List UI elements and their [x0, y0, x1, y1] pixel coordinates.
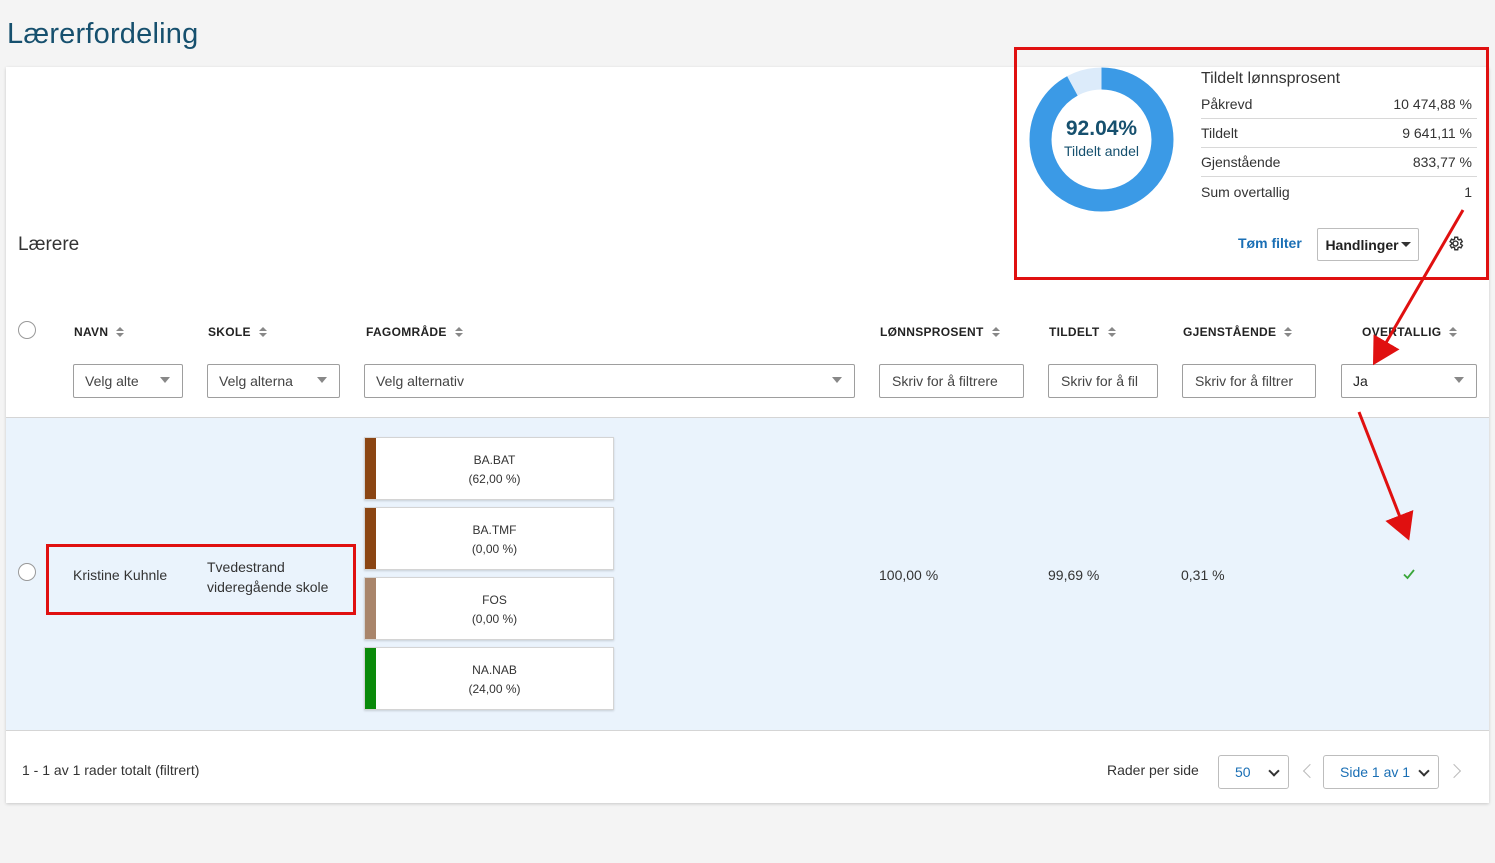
filter-placeholder: Skriv for å filtrere [892, 373, 998, 389]
sort-icon[interactable] [1449, 327, 1458, 337]
column-header-skole[interactable]: SKOLE [208, 325, 267, 339]
column-label: SKOLE [208, 325, 251, 339]
column-label: OVERTALLIG [1362, 325, 1442, 339]
column-header-gjenstaende[interactable]: GJENSTÅENDE [1183, 325, 1293, 339]
summary-value: 10 474,88 % [1393, 96, 1472, 112]
school-line-1: Tvedestrand [207, 559, 285, 575]
subject-chip[interactable]: BA.BAT (62,00 %) [364, 437, 614, 500]
subject-percent: (0,00 %) [471, 612, 518, 626]
subject-chip[interactable]: BA.TMF (0,00 %) [364, 507, 614, 570]
summary-value: 833,77 % [1412, 154, 1472, 170]
row-count-summary: 1 - 1 av 1 rader totalt (filtrert) [22, 762, 200, 778]
column-label: FAGOMRÅDE [366, 325, 447, 339]
chevron-down-icon [317, 377, 327, 383]
filter-navn-select[interactable]: Velg alte [73, 364, 183, 398]
actions-button[interactable]: Handlinger [1317, 228, 1419, 261]
subject-color-bar [365, 438, 376, 499]
select-all-checkbox[interactable] [18, 321, 36, 339]
chevron-down-icon [832, 377, 842, 383]
summary-label: Gjenstående [1201, 154, 1281, 170]
subject-code: NA.NAB [472, 663, 517, 677]
subject-code: BA.BAT [473, 453, 516, 467]
filter-skole-select[interactable]: Velg alterna [207, 364, 340, 398]
filter-value: Velg alte [85, 373, 139, 389]
caret-down-icon [1400, 242, 1411, 247]
summary-row-surplus: Sum overtallig 1 [1201, 177, 1477, 206]
summary-title: Tildelt lønnsprosent [1201, 70, 1341, 87]
subject-percent: (0,00 %) [471, 542, 518, 556]
subject-code: FOS [482, 593, 507, 607]
rows-per-page-select[interactable]: 50 [1218, 755, 1289, 789]
chevron-down-icon [1454, 377, 1464, 383]
summary-row-remaining: Gjenstående 833,77 % [1201, 148, 1477, 177]
subject-color-bar [365, 578, 376, 639]
summary-row-allocated: Tildelt 9 641,11 % [1201, 119, 1477, 148]
subject-color-bar [365, 508, 376, 569]
chevron-down-icon [1418, 765, 1430, 777]
subject-chip[interactable]: NA.NAB (24,00 %) [364, 647, 614, 710]
rows-per-page-label: Rader per side [1107, 762, 1199, 778]
subject-code: BA.TMF [472, 523, 517, 537]
subject-percent: (62,00 %) [468, 472, 521, 486]
column-label: NAVN [74, 325, 109, 339]
cell-lonnsprosent: 100,00 % [879, 567, 939, 583]
filter-placeholder: Skriv for å fil [1061, 373, 1139, 389]
cell-skole: Tvedestrand videregående skole [207, 557, 328, 597]
summary-value: 9 641,11 % [1402, 125, 1472, 141]
checkmark-icon [1403, 569, 1415, 580]
rows-per-page-value: 50 [1235, 764, 1251, 780]
row-select-checkbox[interactable] [18, 563, 36, 581]
filter-gjenstaende-input[interactable]: Skriv for å filtrer [1182, 364, 1316, 398]
school-line-2: videregående skole [207, 579, 329, 595]
page-title: Lærerfordeling [7, 18, 199, 50]
filter-value: Ja [1353, 373, 1368, 389]
cell-tildelt: 99,69 % [1048, 567, 1100, 583]
clear-filter-link[interactable]: Tøm filter [1238, 235, 1302, 251]
column-header-navn[interactable]: NAVN [74, 325, 125, 339]
sort-icon[interactable] [454, 327, 463, 337]
section-title: Lærere [18, 234, 80, 255]
chevron-down-icon [160, 377, 170, 383]
sort-icon[interactable] [258, 327, 267, 337]
summary-label: Sum overtallig [1201, 183, 1290, 200]
subject-chip[interactable]: FOS (0,00 %) [364, 577, 614, 640]
summary-label: Påkrevd [1201, 96, 1253, 112]
filter-tildelt-input[interactable]: Skriv for å fil [1048, 364, 1158, 398]
column-header-fagomrade[interactable]: FAGOMRÅDE [366, 325, 463, 339]
donut-label: Tildelt andel [1064, 143, 1139, 159]
subject-percent: (24,00 %) [468, 682, 521, 696]
summary-row-required: Påkrevd 10 474,88 % [1201, 90, 1477, 119]
sort-icon[interactable] [1284, 327, 1293, 337]
actions-label: Handlinger [1325, 236, 1399, 253]
filter-lonnsprosent-input[interactable]: Skriv for å filtrere [879, 364, 1024, 398]
row-divider [6, 730, 1489, 731]
cell-navn[interactable]: Kristine Kuhnle [73, 567, 167, 583]
cell-gjenstaende: 0,31 % [1181, 567, 1225, 583]
subject-color-bar [365, 648, 376, 709]
page-select[interactable]: Side 1 av 1 [1323, 755, 1439, 789]
gear-icon[interactable] [1447, 235, 1464, 252]
column-header-tildelt[interactable]: TILDELT [1049, 325, 1116, 339]
page-select-value: Side 1 av 1 [1340, 764, 1411, 780]
filter-value: Velg alterna [219, 373, 293, 389]
column-header-lonnsprosent[interactable]: LØNNSPROSENT [880, 325, 1000, 339]
column-label: GJENSTÅENDE [1183, 325, 1277, 339]
column-label: LØNNSPROSENT [880, 325, 984, 339]
sort-icon[interactable] [1107, 327, 1116, 337]
filter-overtallig-select[interactable]: Ja [1341, 364, 1477, 398]
sort-icon[interactable] [116, 327, 125, 337]
filter-fagomrade-select[interactable]: Velg alternativ [364, 364, 855, 398]
column-label: TILDELT [1049, 325, 1100, 339]
column-header-overtallig[interactable]: OVERTALLIG [1362, 325, 1458, 339]
summary-value: 1 [1464, 183, 1472, 200]
chevron-down-icon [1268, 765, 1280, 777]
sort-icon[interactable] [991, 327, 1000, 337]
filter-value: Velg alternativ [376, 373, 464, 389]
filter-placeholder: Skriv for å filtrer [1195, 373, 1294, 389]
donut-percent: 92.04% [1065, 117, 1138, 140]
summary-label: Tildelt [1201, 125, 1238, 141]
donut-center: 92.04% Tildelt andel [1029, 117, 1174, 159]
